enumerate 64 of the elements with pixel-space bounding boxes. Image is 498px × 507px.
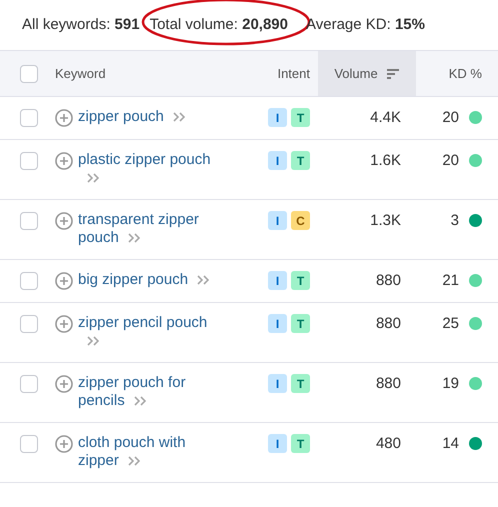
double-chevron-icon[interactable] bbox=[86, 335, 100, 348]
add-icon[interactable] bbox=[55, 272, 73, 290]
keyword-link[interactable]: big zipper pouch bbox=[78, 271, 228, 289]
kd-value: 20 bbox=[442, 108, 459, 127]
volume-cell-text: 1.3K bbox=[369, 211, 402, 230]
intent-badge: I bbox=[268, 151, 287, 170]
volume-cell-text: 1.6K bbox=[369, 151, 402, 170]
double-chevron-icon[interactable] bbox=[126, 232, 141, 244]
add-icon[interactable] bbox=[55, 152, 73, 170]
checkbox[interactable] bbox=[20, 109, 38, 127]
checkbox[interactable] bbox=[20, 435, 38, 453]
intent-badge: I bbox=[268, 271, 287, 290]
intent-badge: T bbox=[291, 374, 310, 393]
column-header[interactable]: KD % bbox=[416, 51, 498, 96]
checkbox[interactable] bbox=[20, 375, 38, 393]
intent-badge: T bbox=[291, 314, 310, 333]
checkbox[interactable] bbox=[20, 315, 38, 333]
volume-cell-text: 880 bbox=[374, 314, 402, 333]
intent-badge: I bbox=[268, 211, 287, 230]
intent-badge: T bbox=[291, 434, 310, 453]
checkbox[interactable] bbox=[20, 212, 38, 230]
keyword-link[interactable]: cloth pouch with zipper bbox=[78, 434, 228, 470]
double-chevron-icon[interactable] bbox=[196, 274, 210, 286]
intent-badge: T bbox=[291, 271, 310, 290]
keyword-link[interactable]: zipper pencil pouch bbox=[78, 314, 228, 350]
intent-badge: I bbox=[268, 374, 287, 393]
checkbox[interactable] bbox=[20, 272, 38, 290]
double-chevron-icon[interactable] bbox=[126, 455, 141, 468]
double-chevron-icon[interactable] bbox=[132, 395, 147, 408]
double-chevron-icon[interactable] bbox=[172, 111, 186, 124]
intent-badge: I bbox=[268, 434, 287, 453]
column-header[interactable]: Intent bbox=[250, 51, 318, 96]
summary-stat: All keywords: 591 bbox=[22, 14, 140, 35]
add-icon[interactable] bbox=[55, 212, 73, 230]
column-header[interactable]: Keyword bbox=[55, 51, 250, 96]
kd-value: 3 bbox=[450, 211, 459, 230]
sort-icon[interactable] bbox=[386, 68, 400, 80]
volume-cell-text: 880 bbox=[374, 374, 402, 393]
keyword-link[interactable]: plastic zipper pouch bbox=[78, 151, 228, 187]
add-icon[interactable] bbox=[55, 109, 73, 127]
intent-badge: T bbox=[291, 151, 310, 170]
add-icon[interactable] bbox=[55, 435, 73, 453]
kd-value: 14 bbox=[442, 434, 459, 453]
volume-cell-text: 480 bbox=[374, 434, 402, 453]
intent-badge: I bbox=[268, 108, 287, 127]
add-icon[interactable] bbox=[55, 375, 73, 393]
kd-value: 25 bbox=[442, 314, 459, 333]
kd-value: 19 bbox=[442, 374, 459, 393]
intent-badge: C bbox=[291, 211, 310, 230]
intent-badge: T bbox=[291, 108, 310, 127]
keyword-link[interactable]: zipper pouch for pencils bbox=[78, 374, 228, 410]
checkbox[interactable] bbox=[20, 152, 38, 170]
kd-value: 21 bbox=[442, 271, 459, 290]
column-header[interactable]: Volume bbox=[318, 51, 416, 96]
double-chevron-icon[interactable] bbox=[86, 172, 100, 184]
intent-badge: I bbox=[268, 314, 287, 333]
kd-value: 20 bbox=[442, 151, 459, 170]
checkbox[interactable] bbox=[20, 64, 38, 82]
summary-stat: Total volume: 20,890 bbox=[150, 14, 288, 35]
volume-cell-text: 880 bbox=[374, 271, 402, 290]
add-icon[interactable] bbox=[55, 315, 73, 333]
keyword-link[interactable]: transparent zipper pouch bbox=[78, 211, 228, 247]
keyword-link[interactable]: zipper pouch bbox=[78, 108, 228, 126]
volume-cell-text: 4.4K bbox=[369, 108, 402, 127]
